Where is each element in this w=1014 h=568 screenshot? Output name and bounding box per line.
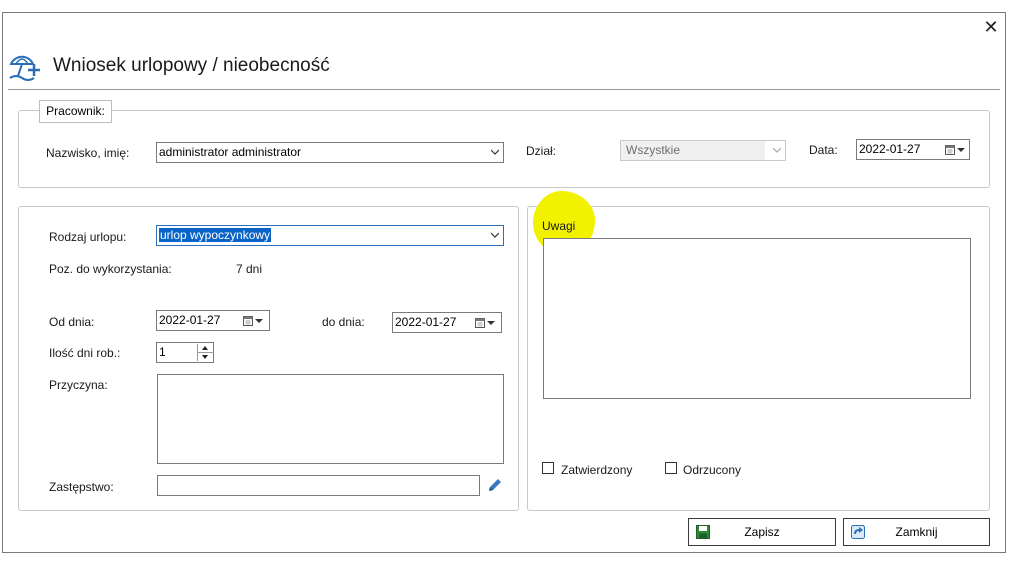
remaining-label: Poz. do wykorzystania:: [49, 262, 172, 276]
leave-type-select[interactable]: urlop wypoczynkowy: [156, 225, 504, 246]
name-label: Nazwisko, imię:: [46, 146, 130, 160]
approved-checkbox[interactable]: [542, 462, 554, 474]
reason-textarea[interactable]: [157, 374, 504, 464]
substitute-input[interactable]: [157, 475, 480, 496]
to-date-label: do dnia:: [322, 315, 365, 329]
rejected-checkbox[interactable]: [665, 462, 677, 474]
calendar-icon[interactable]: [945, 144, 955, 155]
close-button[interactable]: Zamknij: [843, 518, 990, 546]
rejected-label[interactable]: Odrzucony: [683, 463, 741, 477]
from-date-value: 2022-01-27: [159, 313, 221, 327]
from-date-picker[interactable]: 2022-01-27: [156, 310, 270, 331]
employee-name-value: administrator administrator: [159, 145, 302, 159]
chevron-down-icon: [491, 232, 499, 238]
title-divider: [8, 89, 1000, 90]
request-date-value: 2022-01-27: [859, 142, 921, 156]
to-date-picker[interactable]: 2022-01-27: [392, 312, 502, 333]
employee-name-select[interactable]: administrator administrator: [156, 142, 504, 163]
workdays-label: Ilość dni rob.:: [49, 346, 121, 360]
leave-type-label: Rodzaj urlopu:: [49, 230, 127, 244]
notes-label: Uwagi: [542, 219, 576, 233]
approved-label[interactable]: Zatwierdzony: [561, 463, 632, 477]
spin-up-icon[interactable]: [198, 344, 214, 352]
calendar-icon[interactable]: [243, 315, 253, 326]
save-button-label: Zapisz: [744, 525, 780, 539]
close-icon[interactable]: ✕: [980, 16, 1002, 38]
department-select[interactable]: Wszystkie: [620, 140, 786, 161]
dropdown-arrow-icon[interactable]: [957, 148, 965, 152]
workdays-value: 1: [159, 345, 166, 359]
chevron-down-icon: [773, 147, 781, 153]
close-button-label: Zamknij: [895, 525, 938, 539]
request-date-picker[interactable]: 2022-01-27: [856, 139, 970, 160]
substitute-label: Zastępstwo:: [49, 480, 114, 494]
chevron-down-icon: [491, 149, 499, 155]
floppy-disk-icon: [696, 525, 710, 539]
notes-textarea[interactable]: [543, 238, 971, 399]
date-label: Data:: [809, 143, 838, 157]
dropdown-arrow-icon[interactable]: [255, 319, 263, 323]
exit-arrow-icon: [851, 525, 865, 539]
dialog-title: Wniosek urlopowy / nieobecność: [53, 55, 330, 76]
department-label: Dział:: [526, 144, 557, 158]
from-date-label: Od dnia:: [49, 315, 95, 329]
to-date-value: 2022-01-27: [395, 315, 457, 329]
spin-buttons[interactable]: [197, 344, 214, 361]
workdays-stepper[interactable]: 1: [156, 342, 214, 363]
beach-umbrella-plus-icon: [9, 55, 40, 81]
employee-group-label: Pracownik:: [39, 100, 112, 123]
dropdown-arrow-icon[interactable]: [487, 321, 495, 325]
pencil-icon[interactable]: [487, 477, 503, 493]
spin-down-icon[interactable]: [198, 352, 214, 361]
department-value: Wszystkie: [626, 143, 680, 157]
reason-label: Przyczyna:: [49, 378, 108, 392]
leave-type-value: urlop wypoczynkowy: [159, 228, 272, 242]
save-button[interactable]: Zapisz: [688, 518, 836, 546]
calendar-icon[interactable]: [475, 317, 485, 328]
remaining-value: 7 dni: [236, 262, 263, 276]
